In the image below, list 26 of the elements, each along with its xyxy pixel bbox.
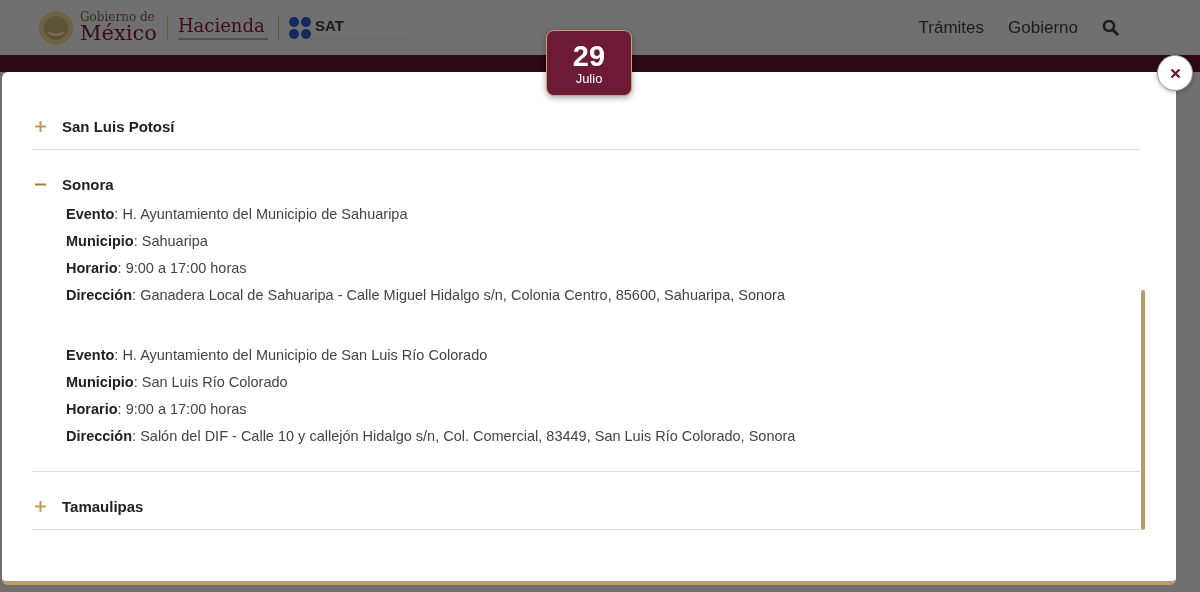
event-detail: Dirección: Ganadera Local de Sahuaripa - Calle Miguel Hidalgo s/n, Colonia Centro, 85600, Sahuaripa, Sonora — [66, 286, 786, 305]
state-name: Tamaulipas — [62, 497, 144, 515]
accordion-header[interactable]: Tamaulipas — [32, 472, 1140, 529]
badge-month: Julio — [575, 70, 603, 86]
event-detail: Municipio: Sahuaripa — [66, 232, 209, 251]
event-detail: Evento: H. Ayuntamiento del Municipio de Sahuaripa — [66, 205, 409, 224]
event-detail: Evento: H. Ayuntamiento del Municipio de San Luis Río Colorado — [66, 346, 489, 365]
logo-text: México — [80, 23, 157, 44]
close-button[interactable] — [1157, 55, 1193, 91]
event-detail: Horario: 9:00 a 17:00 horas — [66, 400, 248, 419]
close-icon — [1169, 67, 1181, 79]
badge-day: 29 — [572, 40, 606, 71]
search-icon[interactable] — [1102, 18, 1120, 37]
dots-icon — [288, 16, 311, 39]
sat-logo-text: SAT — [314, 16, 344, 34]
accordion-header[interactable]: San Luis Potosí — [32, 92, 1140, 149]
state-name: San Luis Potosí — [62, 117, 175, 135]
event-detail: Horario: 9:00 a 17:00 horas — [66, 259, 248, 278]
state-name: Sonora — [62, 175, 114, 193]
event-detail: Dirección: Salón del DIF - Calle 10 y callejón Hidalgo s/n, Col. Comercial, 83449, San Luis Río Colorado, Sonora — [66, 427, 797, 446]
accordion-header[interactable]: Sonora — [32, 150, 1140, 194]
scrollbar[interactable] — [1141, 290, 1145, 530]
logo-text: Gobierno de — [80, 11, 155, 23]
hacienda-logo-text: Hacienda — [177, 15, 265, 36]
event-detail: Municipio: San Luis Río Colorado — [66, 373, 289, 392]
emblem-icon — [38, 9, 74, 46]
